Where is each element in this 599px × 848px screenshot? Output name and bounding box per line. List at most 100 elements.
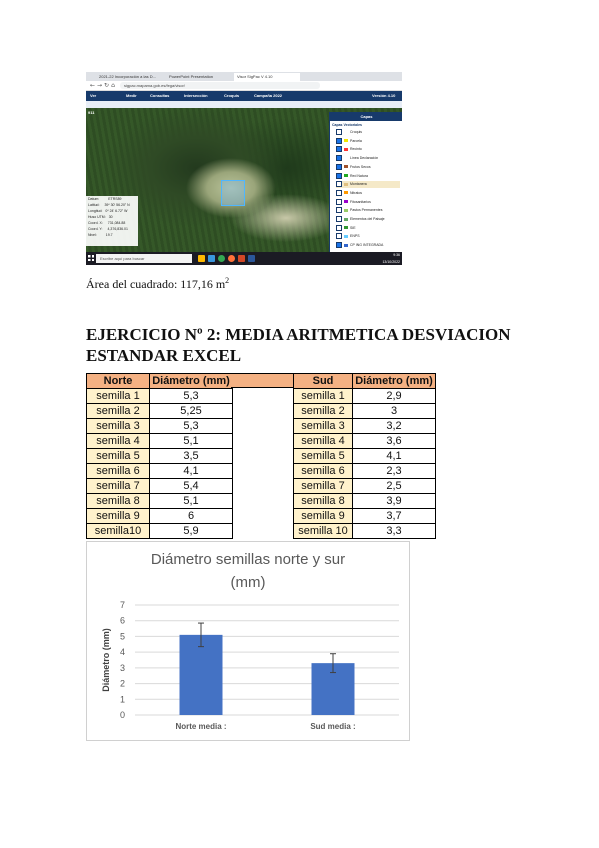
seed-label: semilla 7 (293, 478, 353, 494)
layers-title: Capas (330, 112, 402, 121)
seed-diameter: 6 (149, 508, 233, 524)
layer-item: Montanera (336, 181, 400, 189)
seed-diameter: 3,7 (352, 508, 436, 524)
mail-icon (208, 255, 215, 262)
seed-label: semilla 3 (293, 418, 353, 434)
measured-square (221, 180, 245, 206)
layer-label: Línea Declaración (350, 156, 379, 161)
layer-item: Elementos del Paisaje (336, 216, 400, 223)
layer-swatch (344, 130, 348, 134)
table-header: Diámetro (mm) (149, 373, 233, 389)
area-caption-text: Área del cuadrado: 117,16 m (86, 277, 226, 291)
layer-swatch (344, 165, 348, 169)
table-row: semilla 1 2,9 (293, 388, 436, 404)
layers-group: Capas Vectoriales (332, 123, 362, 127)
table-spacer-header (231, 373, 293, 388)
seed-label: semilla 4 (86, 433, 150, 449)
layer-swatch (344, 226, 348, 230)
coord-label: Coord. Y: (88, 227, 103, 231)
toolbar-medir: Medir (126, 93, 137, 98)
coord-value: 4,376,836.01 (107, 227, 128, 231)
table-row: semilla 2 5,25 (86, 403, 233, 419)
layer-label: Frutos Secos (350, 164, 371, 169)
checkbox-icon (336, 207, 342, 214)
seed-label: semilla 5 (86, 448, 150, 464)
sigpac-toolbar: Ver Medir Consultas Intersección Croquis… (86, 91, 402, 101)
layer-item: SIE (336, 224, 400, 232)
browser-tab-active: Visor SigPac V 4.10 (234, 73, 300, 81)
layer-item: CP ING INTEGRADA (336, 242, 400, 249)
layer-label: Recinto (350, 147, 362, 152)
seed-label: semilla 1 (86, 388, 150, 404)
layer-item: Fitosanitarios (336, 198, 400, 206)
seed-diameter: 3,3 (352, 523, 436, 539)
coord-label: Coord. X: (88, 221, 103, 225)
coord-label: Longitud: (88, 209, 103, 213)
layer-swatch (344, 191, 348, 195)
layer-swatch (344, 139, 348, 143)
checkbox-icon (336, 146, 342, 153)
layer-item: Pastos Permanentes (336, 207, 400, 214)
seed-diameter: 3,2 (352, 418, 436, 434)
layer-label: SIE (350, 225, 356, 230)
layer-label: CP ING INTEGRADA (350, 243, 384, 248)
table-row: semilla 3 5,3 (86, 418, 233, 434)
file-explorer-icon (198, 255, 205, 262)
seed-label: semilla 7 (86, 478, 150, 494)
windows-taskbar: Escribe aquí para buscar 9:36 13/10/2022 (86, 252, 402, 265)
seed-diameter: 4,1 (149, 463, 233, 479)
table-row: semilla 96 (86, 508, 233, 524)
seed-label: semilla 10 (293, 523, 353, 539)
table-row: semilla 7 2,5 (293, 478, 436, 494)
x-category-label: Sud media : (310, 722, 355, 731)
table-header: Sud (293, 373, 353, 389)
seed-label: semilla 2 (86, 403, 150, 419)
seed-diameter: 3,6 (352, 433, 436, 449)
checkbox-icon (336, 224, 342, 231)
y-tick-label: 7 (120, 600, 125, 610)
checkbox-icon (336, 216, 342, 223)
checkbox-icon (336, 233, 342, 240)
layer-label: Fitosanitarios (350, 199, 371, 204)
area-caption: Área del cuadrado: 117,16 m2 (86, 274, 229, 291)
layer-item: Nitratos (336, 189, 400, 197)
chrome-icon (218, 255, 225, 262)
taskbar-search: Escribe aquí para buscar (96, 254, 192, 263)
layer-item: ENPS (336, 233, 400, 240)
y-tick-label: 0 (120, 710, 125, 720)
powerpoint-icon (238, 255, 245, 262)
seed-label: semilla 8 (293, 493, 353, 509)
layer-item: Línea Declaración (336, 155, 400, 162)
coord-value: ETRS89 (108, 197, 122, 201)
table-row: semilla 7 5,4 (86, 478, 233, 494)
seed-label: semilla 2 (293, 403, 353, 419)
exercise-heading: EJERCICIO Nº 2: MEDIA ARITMETICA DESVIAC… (86, 325, 511, 365)
coord-label: Huso UTM: (88, 215, 106, 219)
seed-label: semilla 5 (293, 448, 353, 464)
coord-value: 19.7 (105, 233, 113, 237)
seed-diameter: 5,1 (149, 433, 233, 449)
layer-label: Pastos Permanentes (350, 208, 383, 213)
table-row: semilla 4 3,6 (293, 433, 436, 449)
toolbar-croquis: Croquis (224, 93, 240, 98)
toolbar-ver: Ver (90, 93, 97, 98)
table-row: semilla 8 5,1 (86, 493, 233, 509)
layer-item: Parcela (336, 137, 400, 145)
layer-label: Montanera (350, 182, 367, 187)
layer-swatch (344, 147, 348, 151)
system-tray: 9:36 13/10/2022 (382, 252, 400, 265)
seed-label: semilla 1 (293, 388, 353, 404)
layer-swatch (344, 234, 348, 238)
layer-swatch (344, 208, 348, 212)
x-category-label: Norte media : (175, 722, 226, 731)
layer-swatch (344, 243, 348, 247)
browser-tabbar: 2021-22 Incorporación a las D... PowerPo… (86, 72, 402, 81)
seed-diameter: 2,9 (352, 388, 436, 404)
toolbar-version: Versión 4.10 (372, 93, 396, 98)
table-row: semilla10 5,9 (86, 523, 233, 539)
coord-value: 731,084.88 (107, 221, 126, 225)
seed-label: semilla 6 (86, 463, 150, 479)
y-tick-label: 1 (120, 694, 125, 704)
coord-label: Datum: (88, 197, 100, 201)
tray-date: 13/10/2022 (382, 259, 400, 264)
